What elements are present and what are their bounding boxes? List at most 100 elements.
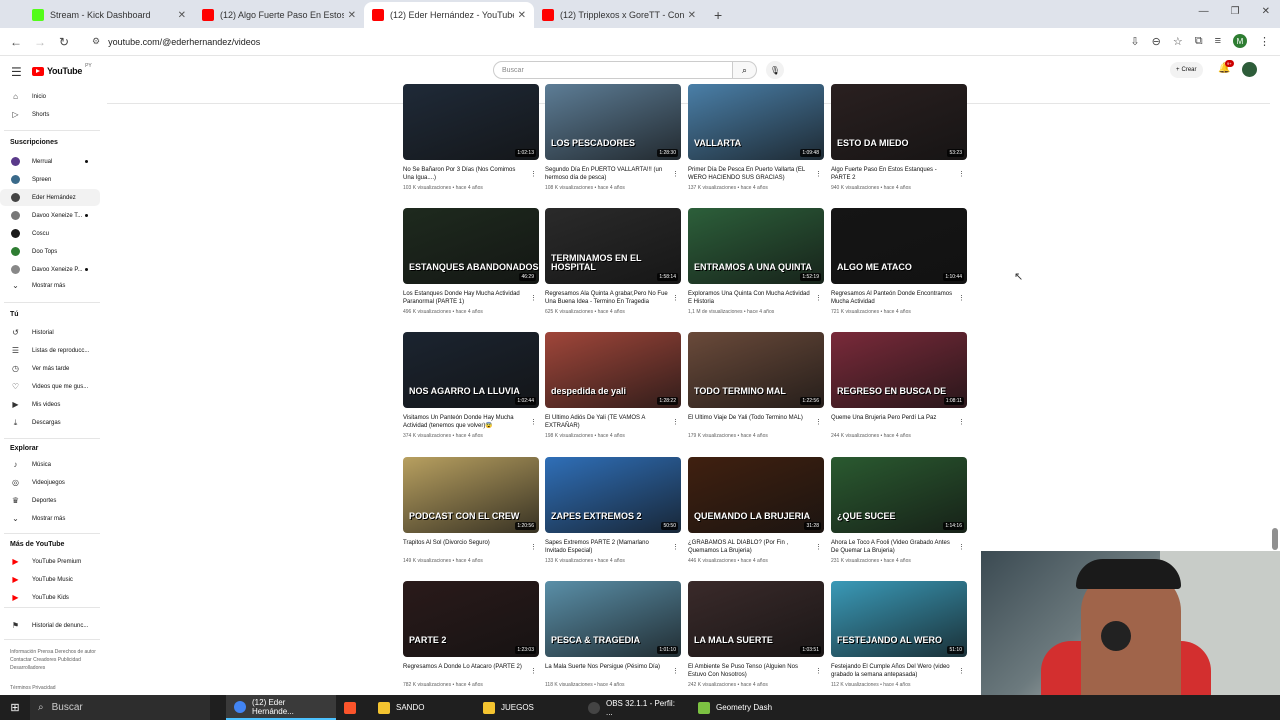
- taskbar-app[interactable]: SANDO: [370, 695, 475, 720]
- video-title[interactable]: Festejando El Cumple Años Del Wero (vide…: [831, 663, 967, 679]
- video-thumbnail[interactable]: VALLARTA 1:09:48: [688, 84, 824, 160]
- video-card[interactable]: REGRESO EN BUSCA DE 1:08:11 Queme Una Bruj…: [831, 332, 967, 439]
- create-button[interactable]: + Crear: [1170, 62, 1203, 78]
- youtube-product-item[interactable]: ▶ YouTube Premium: [0, 553, 100, 570]
- subscription-item[interactable]: Eder Hernández: [0, 189, 100, 206]
- browser-tab[interactable]: Stream - Kick Dashboard ✕: [24, 2, 194, 28]
- report-history-item[interactable]: ⚑ Historial de denunc...: [0, 617, 100, 634]
- new-tab-button[interactable]: +: [714, 2, 722, 28]
- video-thumbnail[interactable]: PODCAST CON EL CREW 1:20:56: [403, 457, 539, 533]
- explore-item[interactable]: ◎ Videojuegos: [0, 474, 100, 491]
- zoom-icon[interactable]: ⊖: [1152, 35, 1161, 48]
- profile-avatar[interactable]: M: [1233, 34, 1247, 48]
- video-card[interactable]: 1:02:13 No Se Bañaron Por 3 Días (Nos Com…: [403, 84, 539, 191]
- sidebar-item-0[interactable]: ⌂ Inicio: [0, 88, 100, 105]
- video-thumbnail[interactable]: LA MALA SUERTE 1:03:51: [688, 581, 824, 657]
- explore-item[interactable]: ♛ Deportes: [0, 492, 100, 509]
- taskbar-app[interactable]: [336, 695, 370, 720]
- more-actions-icon[interactable]: ⋮: [958, 294, 965, 302]
- forward-icon[interactable]: →: [28, 35, 52, 49]
- subscription-item[interactable]: Davoo Xeneize T...: [0, 207, 100, 224]
- subscription-item[interactable]: Doo Tops: [0, 243, 100, 260]
- video-title[interactable]: Ahora Le Toco A Fooli (Video Grabado Ant…: [831, 539, 967, 555]
- browser-menu-icon[interactable]: ⋮: [1259, 35, 1270, 48]
- restore-icon[interactable]: ❐: [1231, 6, 1240, 17]
- you-item[interactable]: ▶ Mis videos: [0, 396, 100, 413]
- video-title[interactable]: No Se Bañaron Por 3 Días (Nos Comimos Un…: [403, 166, 539, 182]
- more-actions-icon[interactable]: ⋮: [958, 667, 965, 675]
- video-title[interactable]: Exploramos Una Quinta Con Mucha Activida…: [688, 290, 824, 306]
- video-card[interactable]: TERMINAMOS EN EL HOSPITAL 1:58:14 Regresam…: [545, 208, 681, 315]
- you-header[interactable]: Tú: [10, 311, 19, 318]
- more-actions-icon[interactable]: ⋮: [530, 543, 537, 551]
- browser-tab[interactable]: (12) Tripplexos x GoreTT - Conc ✕: [534, 2, 704, 28]
- tab-close-icon[interactable]: ✕: [348, 10, 356, 21]
- video-title[interactable]: ¿GRABAMOS AL DIABLO? (Por Fin , Quemamos…: [688, 539, 824, 555]
- tab-close-icon[interactable]: ✕: [518, 10, 526, 21]
- video-title[interactable]: Sapes Extremos PARTE 2 (Mamarlano Invita…: [545, 539, 681, 555]
- video-thumbnail[interactable]: ¿QUE SUCEE 1:14:16: [831, 457, 967, 533]
- more-actions-icon[interactable]: ⋮: [530, 418, 537, 426]
- video-card[interactable]: PARTE 2 1:23:03 Regresamos A Donde Lo Atac…: [403, 581, 539, 688]
- taskbar-app[interactable]: OBS 32.1.1 - Perfil: ...: [580, 695, 690, 720]
- youtube-product-item[interactable]: ▶ YouTube Kids: [0, 589, 100, 606]
- video-title[interactable]: Visitamos Un Panteón Donde Hay Mucha Act…: [403, 414, 539, 430]
- explore-item[interactable]: ♪ Música: [0, 456, 100, 473]
- video-card[interactable]: VALLARTA 1:09:48 Primer Día De Pesca En Pu…: [688, 84, 824, 191]
- video-thumbnail[interactable]: 1:02:13: [403, 84, 539, 160]
- address-bar[interactable]: ⚙ youtube.com/@ederhernandez/videos: [82, 30, 1080, 53]
- taskbar-search[interactable]: ⌕ Buscar: [30, 695, 210, 720]
- more-actions-icon[interactable]: ⋮: [672, 667, 679, 675]
- more-from-youtube-header[interactable]: Más de YouTube: [10, 541, 64, 548]
- extensions-icon[interactable]: ⧉: [1195, 35, 1203, 48]
- site-info-icon[interactable]: ⚙: [92, 36, 100, 47]
- video-thumbnail[interactable]: PESCA & TRAGEDIA 1:01:10: [545, 581, 681, 657]
- video-card[interactable]: despedida de yali 1:28:22 El Ultimo Adiós …: [545, 332, 681, 439]
- subscription-item[interactable]: Coscu: [0, 225, 100, 242]
- video-title[interactable]: Regresamos Ala Quinta A grabar,Pero No F…: [545, 290, 681, 306]
- video-card[interactable]: NOS AGARRO LA LLUVIA 1:02:44 Visitamos Un …: [403, 332, 539, 439]
- video-thumbnail[interactable]: ENTRAMOS A UNA QUINTA 1:52:19: [688, 208, 824, 284]
- account-avatar[interactable]: [1242, 62, 1257, 77]
- install-icon[interactable]: ⇩: [1130, 35, 1139, 48]
- video-card[interactable]: ¿QUE SUCEE 1:14:16 Ahora Le Toco A Fooli (…: [831, 457, 967, 564]
- windows-start-icon[interactable]: ⊞: [0, 701, 30, 714]
- video-thumbnail[interactable]: REGRESO EN BUSCA DE 1:08:11: [831, 332, 967, 408]
- more-actions-icon[interactable]: ⋮: [672, 170, 679, 178]
- video-card[interactable]: ALGO ME ATACO 1:10:44 Regresamos Al Panteó…: [831, 208, 967, 315]
- subscription-item[interactable]: Merrual: [0, 153, 100, 170]
- browser-tab[interactable]: (12) Algo Fuerte Paso En Estos E ✕: [194, 2, 364, 28]
- subscriptions-header[interactable]: Suscripciones: [10, 139, 58, 146]
- video-title[interactable]: Primer Día De Pesca En Puerto Vallarta (…: [688, 166, 824, 182]
- video-title[interactable]: Algo Fuerte Paso En Estos Estanques - PA…: [831, 166, 967, 182]
- you-item[interactable]: ◷ Ver más tarde: [0, 360, 100, 377]
- show-more-subs[interactable]: ⌄ Mostrar más: [0, 277, 100, 294]
- video-card[interactable]: ESTO DA MIEDO 53:23 Algo Fuerte Paso En Es…: [831, 84, 967, 191]
- more-actions-icon[interactable]: ⋮: [815, 418, 822, 426]
- video-card[interactable]: QUEMANDO LA BRUJERIA 31:28 ¿GRABAMOS AL DI…: [688, 457, 824, 564]
- more-actions-icon[interactable]: ⋮: [530, 667, 537, 675]
- video-thumbnail[interactable]: ZAPES EXTREMOS 2 50:50: [545, 457, 681, 533]
- taskbar-app[interactable]: Geometry Dash: [690, 695, 780, 720]
- minimize-icon[interactable]: —: [1199, 6, 1209, 17]
- video-thumbnail[interactable]: despedida de yali 1:28:22: [545, 332, 681, 408]
- subscription-item[interactable]: Davoo Xeneize P...: [0, 261, 100, 278]
- video-title[interactable]: Regresamos Al Panteón Donde Encontramos …: [831, 290, 967, 306]
- video-title[interactable]: El Ambiente Se Puso Tenso (Alguien Nos E…: [688, 663, 824, 679]
- youtube-logo[interactable]: YouTube PY: [32, 63, 92, 76]
- close-window-icon[interactable]: ✕: [1262, 6, 1270, 17]
- video-thumbnail[interactable]: FESTEJANDO AL WERO 51:10: [831, 581, 967, 657]
- search-button[interactable]: ⌕: [733, 61, 757, 79]
- video-title[interactable]: La Mala Suerte Nos Persigue (Pésimo Día): [545, 663, 681, 679]
- video-card[interactable]: ENTRAMOS A UNA QUINTA 1:52:19 Exploramos U…: [688, 208, 824, 315]
- more-actions-icon[interactable]: ⋮: [672, 294, 679, 302]
- video-thumbnail[interactable]: LOS PESCADORES 1:28:30: [545, 84, 681, 160]
- search-input[interactable]: Buscar: [493, 61, 733, 79]
- more-actions-icon[interactable]: ⋮: [815, 543, 822, 551]
- video-thumbnail[interactable]: TODO TERMINO MAL 1:22:56: [688, 332, 824, 408]
- taskbar-app[interactable]: (12) Eder Hernánde...: [226, 695, 336, 720]
- video-title[interactable]: Los Estanques Donde Hay Mucha Actividad …: [403, 290, 539, 306]
- more-actions-icon[interactable]: ⋮: [672, 543, 679, 551]
- video-thumbnail[interactable]: NOS AGARRO LA LLUVIA 1:02:44: [403, 332, 539, 408]
- video-title[interactable]: El Ultimo Viaje De Yali (Todo Termino MA…: [688, 414, 824, 430]
